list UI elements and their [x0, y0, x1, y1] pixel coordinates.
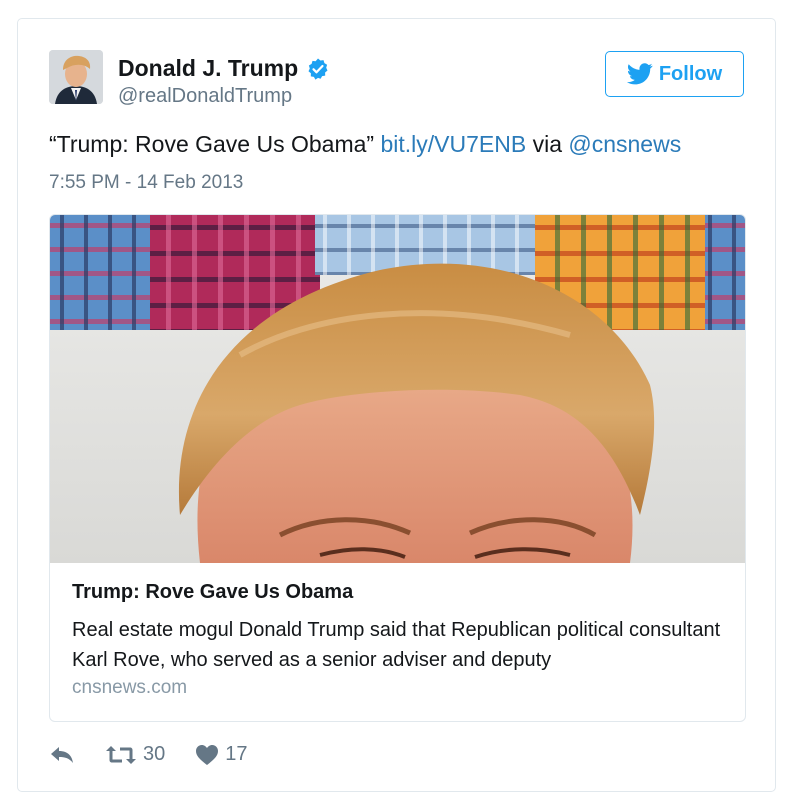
tweet-timestamp[interactable]: 7:55 PM - 14 Feb 2013: [49, 172, 243, 194]
follow-label: Follow: [658, 62, 723, 85]
author-name[interactable]: Donald J. Trump: [118, 55, 298, 82]
verified-badge-icon: [308, 58, 328, 80]
card-title[interactable]: Trump: Rove Gave Us Obama: [72, 581, 353, 604]
reply-button[interactable]: [49, 745, 75, 765]
tweet-quote: “Trump: Rove Gave Us Obama”: [49, 131, 375, 157]
card-image[interactable]: [50, 215, 745, 563]
retweet-count: 30: [143, 743, 166, 765]
author-handle[interactable]: @realDonaldTrump: [118, 85, 292, 108]
retweet-icon: [106, 745, 136, 764]
card-description: Real estate mogul Donald Trump said that…: [72, 619, 721, 671]
reply-icon: [51, 746, 73, 763]
tweet-via: via: [532, 131, 562, 157]
tweet-text: “Trump: Rove Gave Us Obama” bit.ly/VU7EN…: [49, 131, 681, 158]
tweet-actions: 30 17: [49, 743, 248, 766]
tweet-mention[interactable]: @cnsnews: [568, 131, 681, 157]
link-card[interactable]: Trump: Rove Gave Us Obama Real estate mo…: [49, 214, 746, 722]
heart-icon: [196, 744, 219, 765]
like-button[interactable]: 17: [195, 743, 248, 766]
tweet-link[interactable]: bit.ly/VU7ENB: [380, 131, 526, 157]
follow-button[interactable]: Follow: [605, 51, 744, 97]
avatar[interactable]: [49, 50, 103, 104]
like-count: 17: [225, 743, 248, 765]
tweet-card: Donald J. Trump @realDonaldTrump Follow …: [17, 18, 776, 792]
twitter-bird-icon: [626, 63, 653, 85]
retweet-button[interactable]: 30: [105, 743, 165, 766]
card-domain: cnsnews.com: [72, 677, 188, 698]
